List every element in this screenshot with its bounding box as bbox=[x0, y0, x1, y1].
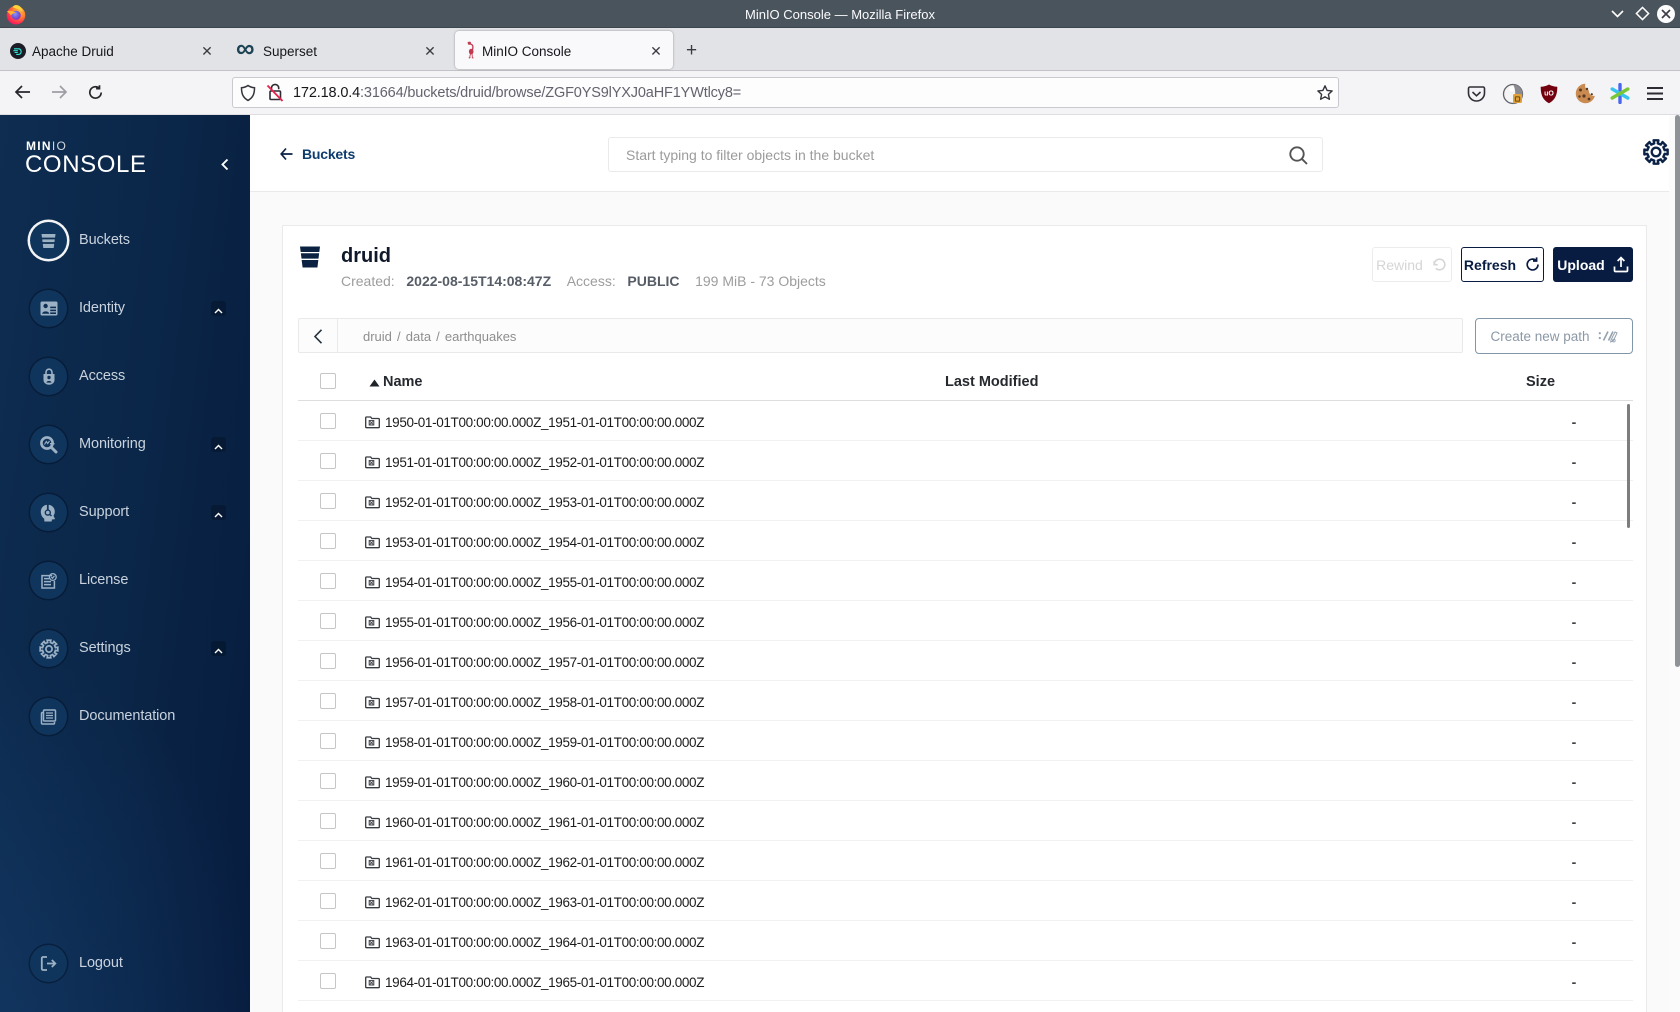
svg-text:uO: uO bbox=[1544, 91, 1554, 98]
